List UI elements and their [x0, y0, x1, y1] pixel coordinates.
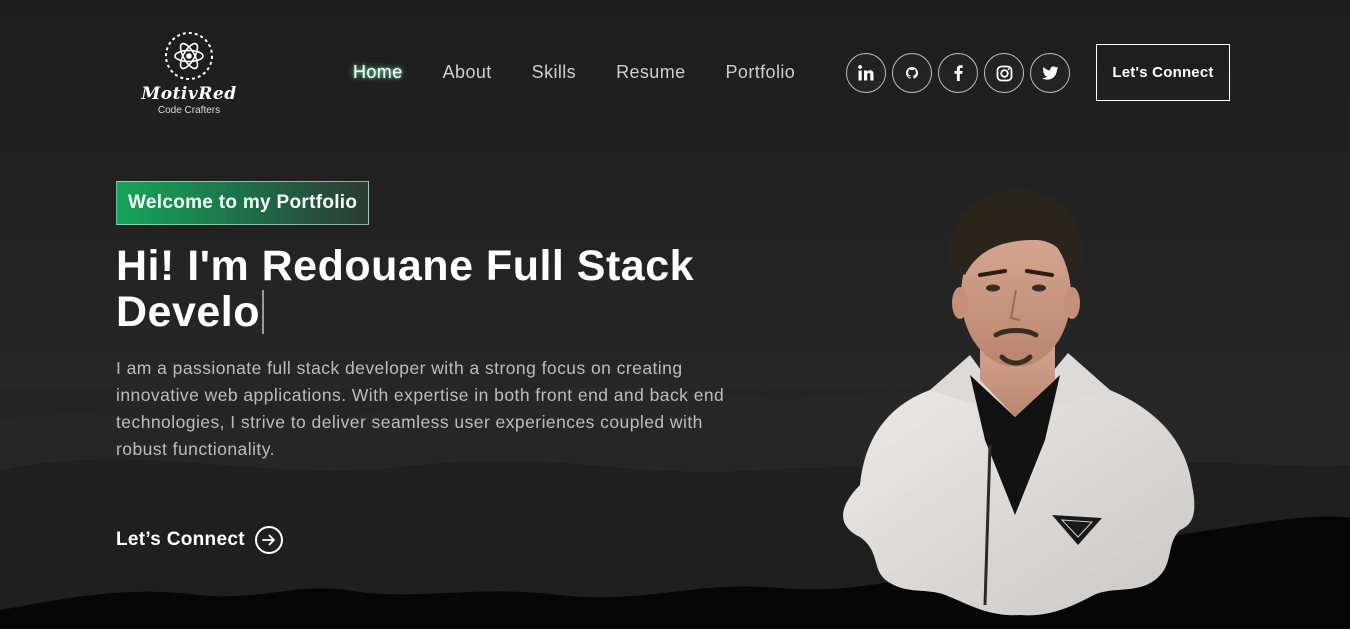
lets-connect-button[interactable]: Let's Connect: [1096, 44, 1230, 101]
hero-headline: Hi! I'm Redouane Full Stack Develo: [116, 243, 756, 335]
twitter-button[interactable]: [1030, 53, 1070, 93]
instagram-icon: [996, 65, 1012, 81]
nav-link-skills[interactable]: Skills: [532, 62, 576, 83]
hero-section: Welcome to my Portfolio Hi! I'm Redouane…: [116, 181, 756, 554]
facebook-button[interactable]: [938, 53, 978, 93]
headline-line-2: Develo: [116, 288, 261, 336]
github-button[interactable]: [892, 53, 932, 93]
brand-name: MotivRed: [141, 84, 237, 104]
brand-tagline: Code Crafters: [157, 105, 221, 116]
top-navigation: MotivRed Code Crafters Home About Skills…: [0, 0, 1350, 140]
atom-icon: [165, 32, 213, 80]
twitter-icon: [1041, 65, 1058, 80]
nav-link-home[interactable]: Home: [353, 62, 403, 83]
github-icon: [906, 67, 918, 79]
hero-connect-label: Let’s Connect: [116, 529, 245, 550]
typing-cursor: [262, 290, 265, 334]
instagram-button[interactable]: [984, 53, 1024, 93]
linkedin-button[interactable]: [846, 53, 886, 93]
social-links: [846, 53, 1070, 93]
nav-links: Home About Skills Resume Portfolio: [353, 62, 795, 83]
welcome-badge: Welcome to my Portfolio: [116, 181, 370, 225]
linkedin-icon: [858, 65, 874, 81]
profile-portrait: [820, 185, 1205, 625]
nav-link-resume[interactable]: Resume: [616, 62, 685, 83]
facebook-icon: [954, 65, 963, 81]
nav-link-about[interactable]: About: [443, 62, 492, 83]
arrow-right-circle-icon: [254, 526, 283, 554]
hero-connect-link[interactable]: Let’s Connect: [116, 526, 283, 554]
hero-description: I am a passionate full stack developer w…: [116, 358, 725, 459]
brand-logo[interactable]: MotivRed Code Crafters: [130, 30, 248, 120]
nav-link-portfolio[interactable]: Portfolio: [726, 62, 796, 83]
headline-line-1: Hi! I'm Redouane Full Stack: [116, 242, 695, 290]
